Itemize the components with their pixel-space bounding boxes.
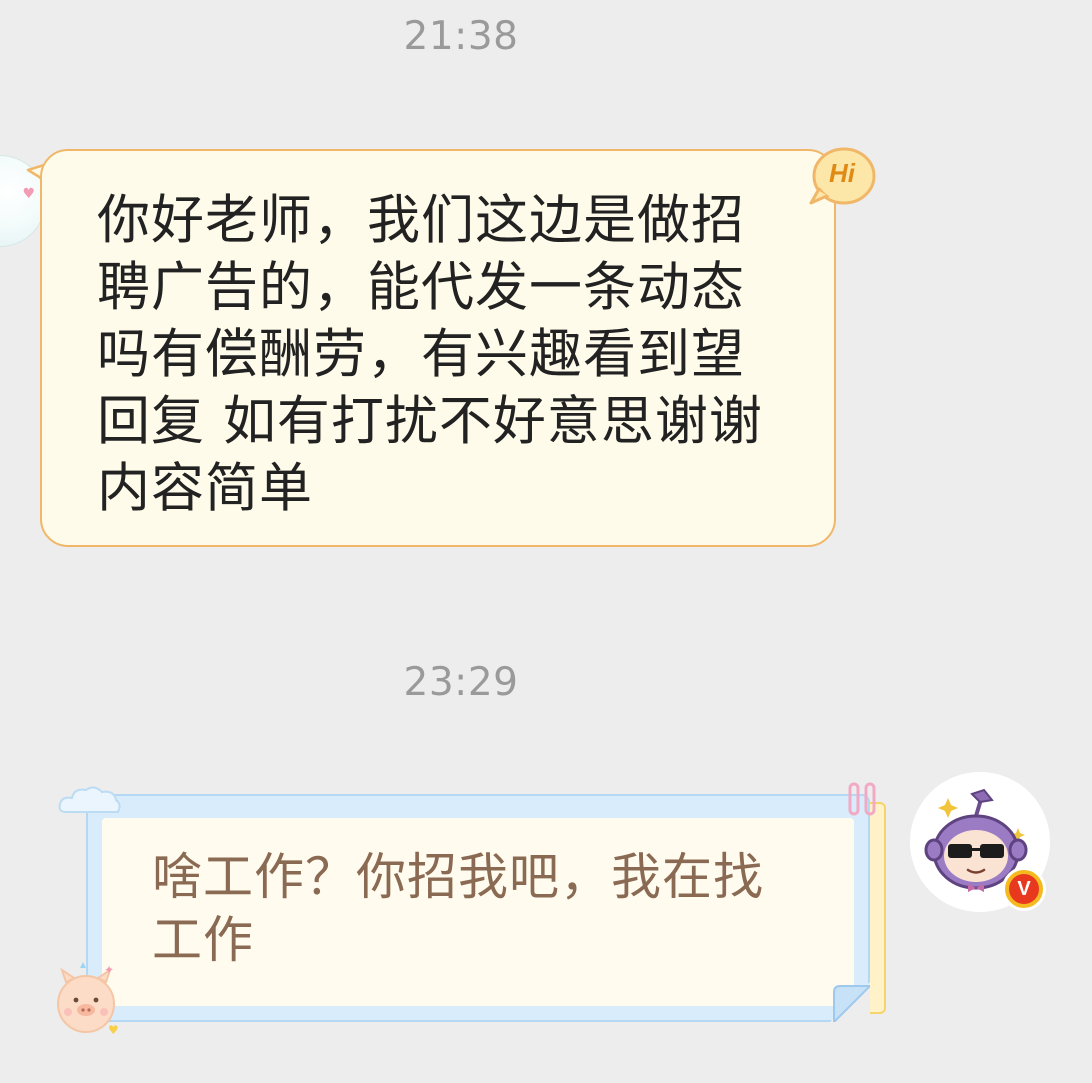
timestamp: 23:29 bbox=[403, 660, 519, 705]
note-paper-inner: 啥工作？你招我吧，我在找 工作 bbox=[102, 818, 854, 1006]
hi-badge: Hi bbox=[807, 143, 877, 209]
pig-sticker-icon: ✦ ♥ bbox=[57, 962, 119, 1037]
message-line: 回复 如有打扰不好意思谢谢 bbox=[97, 391, 763, 452]
message-line: 内容简单 bbox=[97, 458, 313, 519]
timestamp: 21:38 bbox=[403, 14, 519, 59]
message-line: 吗有偿酬劳，有兴趣看到望 bbox=[97, 324, 745, 385]
svg-text:♥: ♥ bbox=[108, 1023, 119, 1037]
vip-badge-label: V bbox=[1009, 874, 1039, 904]
heart-icon: ♥ bbox=[22, 186, 35, 202]
incoming-message-text: 你好老师，我们这边是做招 聘广告的，能代发一条动态 吗有偿酬劳，有兴趣看到望 回… bbox=[97, 187, 797, 522]
message-line: 工作 bbox=[152, 911, 254, 969]
page-fold-icon bbox=[830, 982, 870, 1022]
hi-badge-label: Hi bbox=[829, 158, 855, 188]
cloud-icon bbox=[58, 786, 121, 813]
message-line: 聘广告的，能代发一条动态 bbox=[97, 257, 745, 318]
incoming-message-bubble[interactable]: 你好老师，我们这边是做招 聘广告的，能代发一条动态 吗有偿酬劳，有兴趣看到望 回… bbox=[40, 149, 836, 547]
message-line: 你好老师，我们这边是做招 bbox=[97, 190, 745, 251]
outgoing-message-bubble[interactable]: 啥工作？你招我吧，我在找 工作 ✦ ♥ bbox=[57, 782, 890, 1040]
outgoing-message-text: 啥工作？你招我吧，我在找 工作 bbox=[152, 846, 852, 972]
svg-text:✦: ✦ bbox=[104, 963, 114, 977]
paper-clip-icon bbox=[848, 782, 876, 816]
message-line: 啥工作？你招我吧，我在找 bbox=[152, 848, 764, 906]
vip-badge-icon: V bbox=[1002, 867, 1046, 911]
note-paper-frame: 啥工作？你招我吧，我在找 工作 bbox=[86, 794, 870, 1022]
